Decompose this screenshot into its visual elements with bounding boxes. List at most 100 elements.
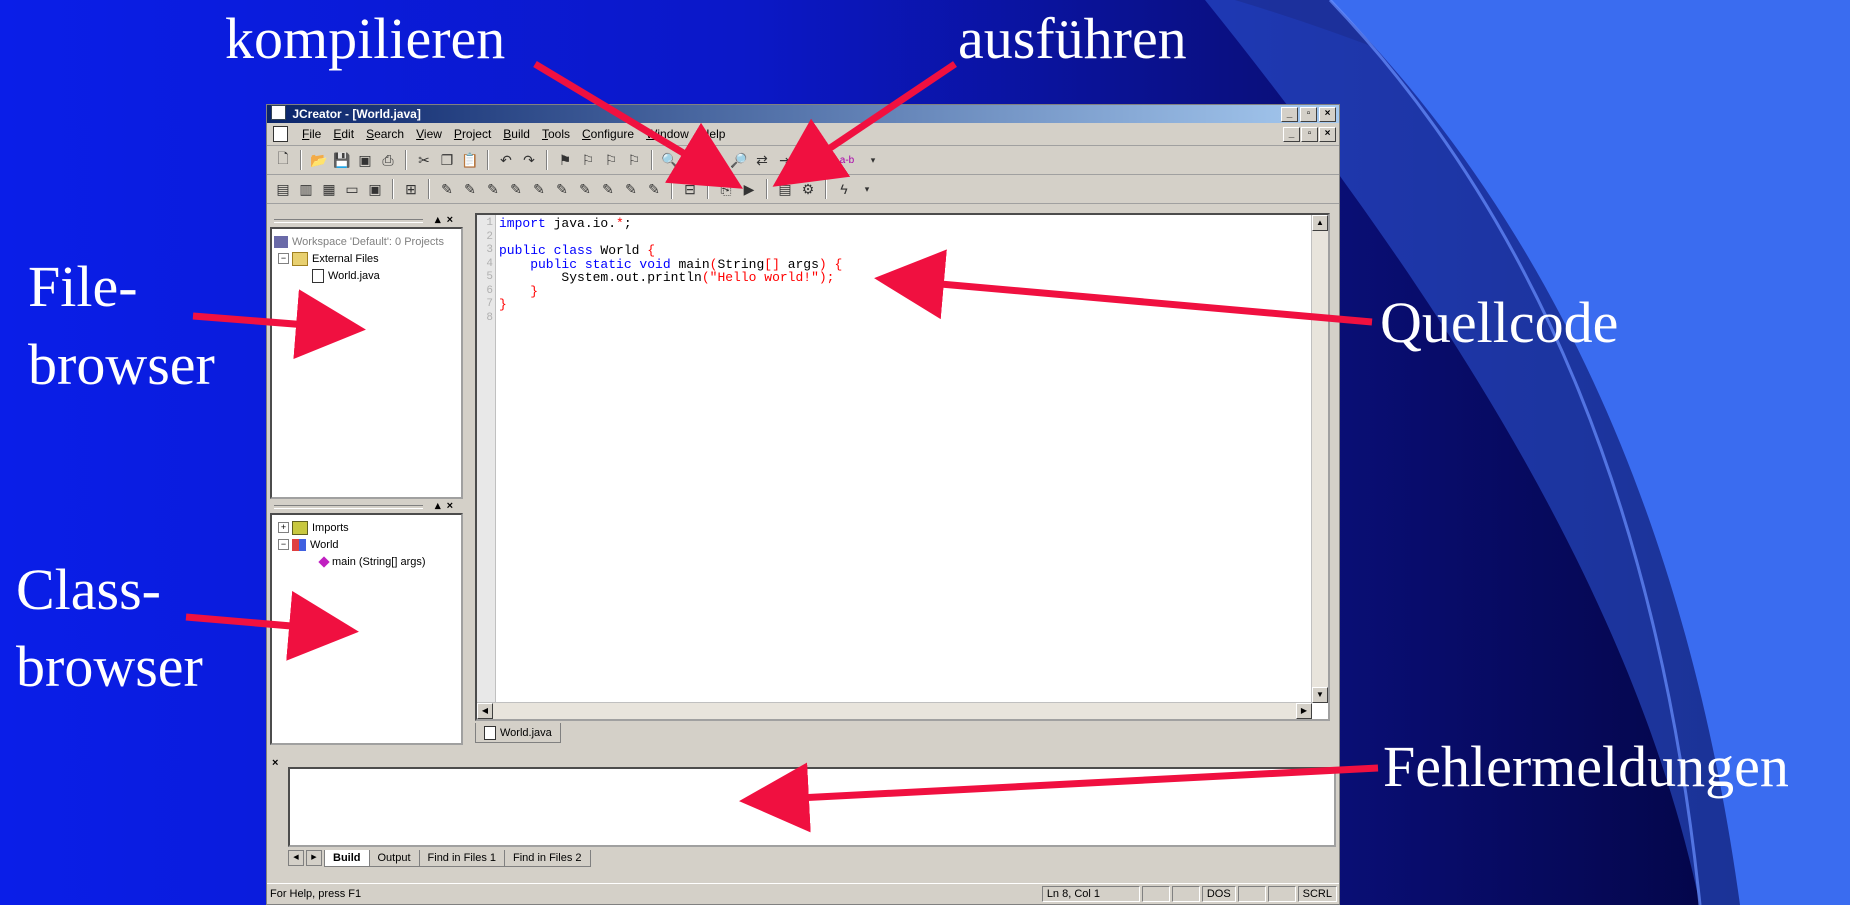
- tab-find-in-files-2[interactable]: Find in Files 2: [504, 849, 591, 867]
- horizontal-scrollbar[interactable]: ◀ ▶: [477, 702, 1312, 719]
- save-icon[interactable]: 💾: [332, 150, 352, 170]
- compile-project-icon[interactable]: ⎘: [716, 179, 736, 199]
- paste-icon[interactable]: 📋: [460, 150, 480, 170]
- code-token: *: [616, 216, 624, 231]
- find-next-icon[interactable]: ⌕: [683, 150, 703, 170]
- collapse-icon[interactable]: −: [278, 539, 289, 550]
- tab-scroll-right-icon[interactable]: ▶: [306, 850, 322, 866]
- workspace-row[interactable]: Workspace 'Default': 0 Projects: [274, 233, 459, 250]
- browser-icon[interactable]: ▣: [365, 179, 385, 199]
- code-token: );: [818, 270, 835, 285]
- redo-icon[interactable]: ↷: [519, 150, 539, 170]
- window-titlebar[interactable]: JCreator - [World.java] _ ▫ ×: [267, 105, 1339, 123]
- save-all-icon[interactable]: ▣: [355, 150, 375, 170]
- find-icon[interactable]: 🔍: [660, 150, 680, 170]
- mdi-restore-button[interactable]: ▫: [1301, 127, 1318, 142]
- replace-icon[interactable]: ⇄: [752, 150, 772, 170]
- collapse-icon[interactable]: −: [278, 253, 289, 264]
- toolbar-options-chevron-icon[interactable]: ▾: [863, 150, 883, 170]
- scroll-left-icon[interactable]: ◀: [477, 703, 493, 719]
- tab-build[interactable]: Build: [324, 849, 370, 867]
- fileview-icon[interactable]: ▥: [296, 179, 316, 199]
- bookmark-icon[interactable]: ⚑: [555, 150, 575, 170]
- bookmark-clear-icon[interactable]: ⚐: [624, 150, 644, 170]
- bookmark-next-icon[interactable]: ⚐: [578, 150, 598, 170]
- debug-icon[interactable]: ▤: [775, 179, 795, 199]
- classview-icon[interactable]: ▦: [319, 179, 339, 199]
- menu-build[interactable]: Build: [497, 127, 536, 141]
- minimize-button[interactable]: _: [1281, 107, 1298, 122]
- toggle-case-button[interactable]: a-b: [834, 150, 860, 170]
- menu-file[interactable]: File: [296, 127, 327, 141]
- build-output-area[interactable]: [288, 767, 1336, 847]
- menu-search[interactable]: Search: [360, 127, 410, 141]
- tool10-icon[interactable]: ✎: [644, 179, 664, 199]
- imports-row[interactable]: + Imports: [274, 519, 459, 536]
- cut-icon[interactable]: ✂: [414, 150, 434, 170]
- scroll-right-icon[interactable]: ▶: [1296, 703, 1312, 719]
- expand-icon[interactable]: +: [278, 522, 289, 533]
- mdi-minimize-button[interactable]: _: [1283, 127, 1300, 142]
- tool6-icon[interactable]: ✎: [552, 179, 572, 199]
- code-line: System.out.println("Hello world!");: [499, 271, 842, 285]
- scroll-up-icon[interactable]: ▲: [1312, 215, 1328, 231]
- pane-controls[interactable]: ▴×: [435, 499, 459, 512]
- world-class-row[interactable]: − World: [274, 536, 459, 553]
- tool1-icon[interactable]: ✎: [437, 179, 457, 199]
- find-prev-icon[interactable]: ⌕: [706, 150, 726, 170]
- code-area[interactable]: import java.io.*; public class World { pu…: [499, 217, 842, 325]
- menu-view[interactable]: View: [410, 127, 448, 141]
- output-icon[interactable]: ▭: [342, 179, 362, 199]
- outdent-icon[interactable]: ⇤: [798, 150, 818, 170]
- maximize-button[interactable]: ▫: [1300, 107, 1317, 122]
- jdk-icon[interactable]: ϟ: [834, 179, 854, 199]
- compile-file-icon[interactable]: ⊟: [680, 179, 700, 199]
- close-button[interactable]: ×: [1319, 107, 1336, 122]
- tool4-icon[interactable]: ✎: [506, 179, 526, 199]
- tab-find-in-files-1[interactable]: Find in Files 1: [418, 849, 506, 867]
- open-folder-icon[interactable]: 📂: [309, 150, 329, 170]
- copy-icon[interactable]: ❐: [437, 150, 457, 170]
- menu-configure[interactable]: Configure: [576, 127, 640, 141]
- close-icon[interactable]: ×: [272, 757, 278, 769]
- menu-edit[interactable]: Edit: [327, 127, 360, 141]
- vertical-scrollbar[interactable]: ▲ ▼: [1311, 215, 1328, 703]
- menu-project[interactable]: Project: [448, 127, 497, 141]
- main-method-row[interactable]: main (String[] args): [274, 553, 459, 570]
- tool7-icon[interactable]: ✎: [575, 179, 595, 199]
- tool3-icon[interactable]: ✎: [483, 179, 503, 199]
- tab-output[interactable]: Output: [368, 849, 420, 867]
- tool5-icon[interactable]: ✎: [529, 179, 549, 199]
- menu-help[interactable]: Help: [695, 127, 732, 141]
- tool8-icon[interactable]: ✎: [598, 179, 618, 199]
- tab-scroll-left-icon[interactable]: ◀: [288, 850, 304, 866]
- undo-icon[interactable]: ↶: [496, 150, 516, 170]
- step-icon[interactable]: ⚙: [798, 179, 818, 199]
- indent-icon[interactable]: ⇥: [775, 150, 795, 170]
- compile-label: kompilieren: [225, 6, 506, 71]
- find-in-files-icon[interactable]: 🔎: [729, 150, 749, 170]
- code-token: import: [499, 216, 546, 231]
- mdi-close-button[interactable]: ×: [1319, 127, 1336, 142]
- tool2-icon[interactable]: ✎: [460, 179, 480, 199]
- menu-window[interactable]: Window: [640, 127, 695, 141]
- print-icon[interactable]: ⎙: [378, 150, 398, 170]
- source-editor[interactable]: 12345678 import java.io.*; public class W…: [475, 213, 1330, 721]
- world-java-file-row[interactable]: World.java: [274, 267, 459, 284]
- menu-tools[interactable]: Tools: [536, 127, 576, 141]
- file-tab-world-java[interactable]: World.java: [475, 723, 561, 743]
- scroll-down-icon[interactable]: ▼: [1312, 687, 1328, 703]
- new-file-icon[interactable]: 🗋: [273, 150, 293, 170]
- tool9-icon[interactable]: ✎: [621, 179, 641, 199]
- document-icon[interactable]: [273, 126, 288, 142]
- bookmark-prev-icon[interactable]: ⚐: [601, 150, 621, 170]
- execute-project-icon[interactable]: ▶: [739, 179, 759, 199]
- grid-icon[interactable]: ⊞: [401, 179, 421, 199]
- pane-controls[interactable]: ▴×: [435, 213, 459, 226]
- toolbar2-options-chevron-icon[interactable]: ▾: [857, 179, 877, 199]
- filebrowser-label-line2: browser: [28, 332, 215, 397]
- status-cell-empty2: [1171, 886, 1200, 902]
- external-files-row[interactable]: − External Files: [274, 250, 459, 267]
- workspace-icon[interactable]: ▤: [273, 179, 293, 199]
